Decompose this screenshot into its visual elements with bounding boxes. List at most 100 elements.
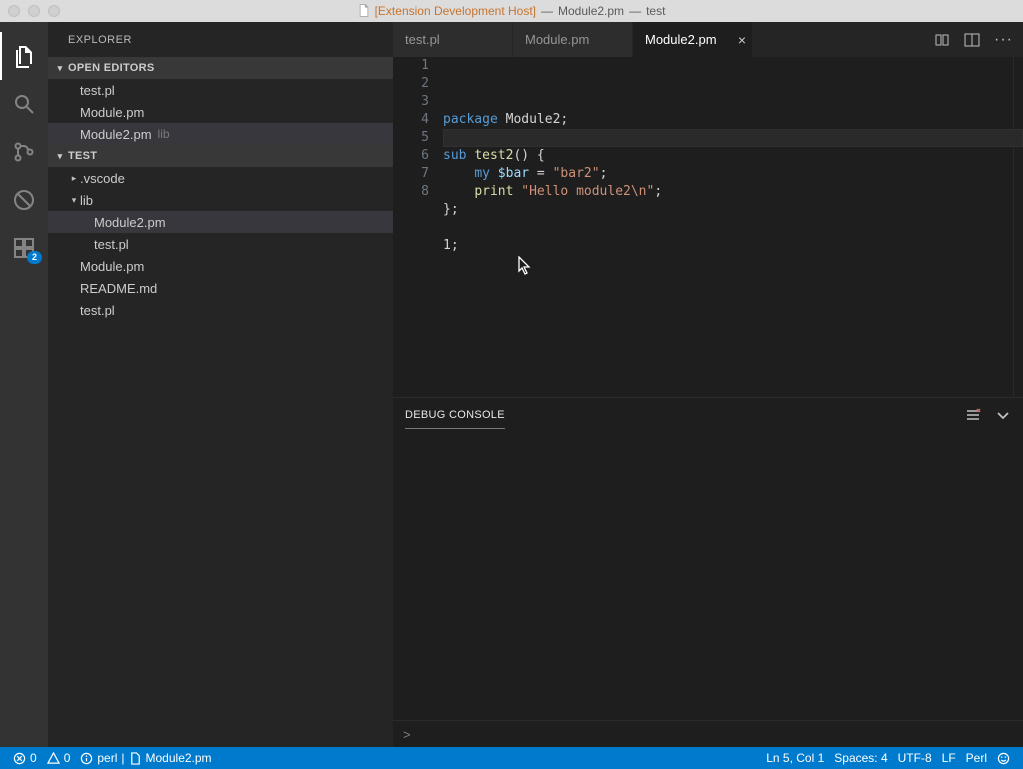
line-number: 8 — [393, 183, 429, 201]
tree-file[interactable]: README.md — [48, 277, 393, 299]
titlebar-separator: — — [541, 4, 553, 18]
editor-tabs: test.pl Module.pm Module2.pm × ··· — [393, 22, 1023, 57]
line-number: 6 — [393, 147, 429, 165]
minimize-window-button[interactable] — [28, 5, 40, 17]
info-icon — [80, 752, 93, 765]
more-actions-icon[interactable]: ··· — [994, 31, 1013, 49]
file-icon — [358, 4, 370, 18]
split-editor-icon[interactable] — [964, 32, 980, 48]
status-info[interactable]: perl | Module2.pm — [75, 747, 216, 769]
chevron-down-icon[interactable] — [995, 407, 1011, 423]
line-numbers: 12345678 — [393, 57, 443, 397]
activity-scm[interactable] — [0, 128, 48, 176]
status-indentation[interactable]: Spaces: 4 — [829, 747, 892, 769]
code-line[interactable] — [443, 219, 1023, 237]
chevron-right-icon: ▸ — [68, 173, 80, 184]
close-tab-icon[interactable]: × — [738, 32, 746, 48]
section-open-editors[interactable]: ▾ OPEN EDITORS — [48, 57, 393, 79]
editor-tab[interactable]: test.pl — [393, 22, 513, 57]
status-warnings[interactable]: 0 — [42, 747, 76, 769]
file-label: Module2.pm — [80, 127, 152, 142]
titlebar-separator: — — [629, 4, 641, 18]
extensions-badge: 2 — [27, 251, 42, 264]
error-count: 0 — [30, 751, 37, 765]
tree-folder[interactable]: ▸ .vscode — [48, 167, 393, 189]
folder-label: .vscode — [80, 171, 125, 186]
editor-actions: ··· — [934, 22, 1023, 57]
sidebar-explorer: EXPLORER ▾ OPEN EDITORS test.pl Module.p… — [48, 22, 393, 747]
tree-file[interactable]: test.pl — [48, 233, 393, 255]
status-separator: | — [121, 751, 124, 765]
maximize-window-button[interactable] — [48, 5, 60, 17]
error-icon — [13, 752, 26, 765]
file-label: Module.pm — [80, 105, 144, 120]
status-language[interactable]: Perl — [961, 747, 992, 769]
chevron-down-icon: ▾ — [52, 63, 68, 74]
tree-file[interactable]: Module.pm — [48, 255, 393, 277]
debug-console-input[interactable]: > — [393, 720, 1023, 747]
panel-tab-debug-console[interactable]: DEBUG CONSOLE — [405, 401, 505, 429]
code-line[interactable]: }; — [443, 201, 1023, 219]
titlebar-project: test — [646, 4, 665, 18]
tab-label: Module2.pm — [645, 32, 717, 47]
activity-extensions[interactable]: 2 — [0, 224, 48, 272]
window-controls — [8, 5, 60, 17]
chevron-down-icon: ▾ — [52, 151, 68, 162]
bug-icon — [12, 188, 36, 212]
open-editor-item[interactable]: test.pl — [48, 79, 393, 101]
bottom-panel: DEBUG CONSOLE > — [393, 397, 1023, 747]
file-icon — [129, 752, 142, 765]
tab-label: Module.pm — [525, 32, 589, 47]
file-label: test.pl — [94, 237, 129, 252]
code-line[interactable]: package Module2; — [443, 111, 1023, 129]
activity-explorer[interactable] — [0, 32, 48, 80]
status-feedback[interactable] — [992, 747, 1015, 769]
line-number: 1 — [393, 57, 429, 75]
status-errors[interactable]: 0 — [8, 747, 42, 769]
code-line[interactable]: print "Hello module2\n"; — [443, 183, 1023, 201]
file-label: README.md — [80, 281, 157, 296]
open-editor-item[interactable]: Module2.pm lib — [48, 123, 393, 145]
file-label: test.pl — [80, 83, 115, 98]
compare-icon[interactable] — [934, 32, 950, 48]
file-path-dim: lib — [158, 127, 170, 141]
status-encoding[interactable]: UTF-8 — [893, 747, 937, 769]
mouse-cursor-icon — [518, 256, 532, 276]
line-number: 5 — [393, 129, 429, 147]
panel-header: DEBUG CONSOLE — [393, 398, 1023, 431]
section-workspace[interactable]: ▾ TEST — [48, 145, 393, 167]
status-bar: 0 0 perl | Module2.pm Ln 5, Col 1 Spaces… — [0, 747, 1023, 769]
status-cursor-position[interactable]: Ln 5, Col 1 — [761, 747, 829, 769]
editor-tab[interactable]: Module2.pm × — [633, 22, 753, 57]
activity-search[interactable] — [0, 80, 48, 128]
code-line[interactable]: my $bar = "bar2"; — [443, 165, 1023, 183]
tree-folder[interactable]: ▾ lib — [48, 189, 393, 211]
code-line[interactable]: sub test2() { — [443, 147, 1023, 165]
open-editor-item[interactable]: Module.pm — [48, 101, 393, 123]
status-filename: Module2.pm — [146, 751, 212, 765]
activity-bar: 2 — [0, 22, 48, 747]
files-icon — [12, 44, 36, 68]
warning-icon — [47, 752, 60, 765]
section-label: TEST — [68, 150, 97, 162]
line-number: 3 — [393, 93, 429, 111]
editor-group: test.pl Module.pm Module2.pm × ··· 12345… — [393, 22, 1023, 747]
status-eol[interactable]: LF — [937, 747, 961, 769]
search-icon — [12, 92, 36, 116]
source-control-icon — [12, 140, 36, 164]
tree-file[interactable]: test.pl — [48, 299, 393, 321]
editor-tab[interactable]: Module.pm — [513, 22, 633, 57]
code-line[interactable]: 1; — [443, 237, 1023, 255]
info-text: perl — [97, 751, 117, 765]
smiley-icon — [997, 752, 1010, 765]
code-editor[interactable]: 12345678 package Module2; sub test2() { m… — [393, 57, 1023, 397]
line-number: 2 — [393, 75, 429, 93]
clear-console-icon[interactable] — [965, 407, 981, 423]
window-title: [Extension Development Host] — Module2.p… — [0, 4, 1023, 18]
code-line[interactable] — [443, 129, 1023, 147]
activity-debug[interactable] — [0, 176, 48, 224]
debug-console-output[interactable] — [393, 431, 1023, 720]
close-window-button[interactable] — [8, 5, 20, 17]
file-label: test.pl — [80, 303, 115, 318]
tree-file[interactable]: Module2.pm — [48, 211, 393, 233]
